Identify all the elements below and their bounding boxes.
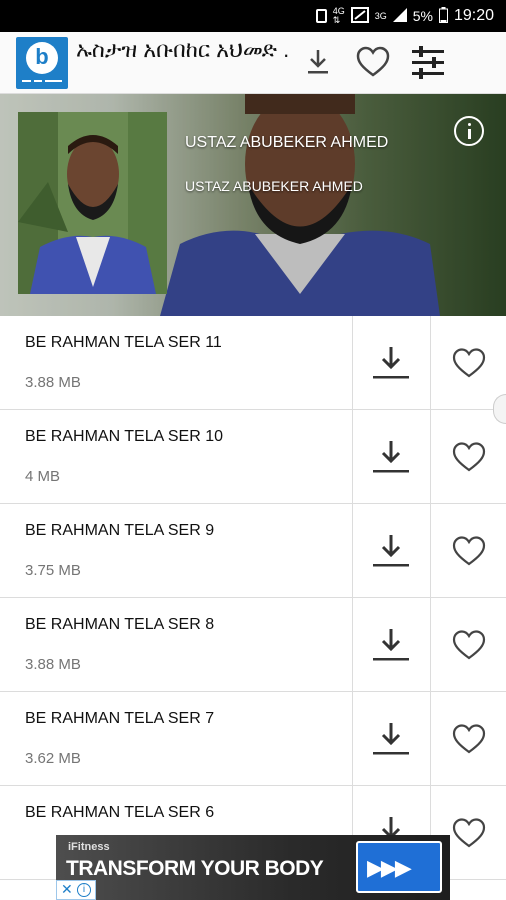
- divider: [352, 410, 353, 503]
- ad-headline: TRANSFORM YOUR BODY: [66, 857, 324, 880]
- divider: [430, 598, 431, 691]
- download-icon: [308, 50, 328, 74]
- track-size: 4 MB: [25, 468, 61, 485]
- play-arrows-icon: ▶▶▶: [367, 855, 412, 880]
- artist-header: USTAZ ABUBEKER AHMED USTAZ ABUBEKER AHME…: [0, 94, 506, 316]
- track-size: 3.75 MB: [25, 562, 81, 579]
- track-row[interactable]: BE RAHMAN TELA SER 11 3.88 MB: [0, 316, 506, 410]
- app-logo: b: [16, 37, 68, 89]
- track-list[interactable]: BE RAHMAN TELA SER 11 3.88 MB BE RAHMAN TE…: [0, 316, 506, 900]
- divider: [430, 410, 431, 503]
- divider: [430, 504, 431, 597]
- artist-name: USTAZ ABUBEKER AHMED: [185, 134, 389, 151]
- track-title: BE RAHMAN TELA SER 10: [25, 428, 223, 445]
- app-title: ኡስታዝ አቡበከር አህመድ .: [76, 37, 290, 62]
- status-icons: 4G ⇅ 3G 5% 19:20: [315, 0, 494, 32]
- battery-percent: 5%: [412, 8, 433, 24]
- favorites-button[interactable]: [354, 43, 392, 81]
- app-bar: b ኡስታዝ አቡበከር አህመድ .: [0, 32, 506, 94]
- track-row[interactable]: BE RAHMAN TELA SER 7 3.62 MB: [0, 692, 506, 786]
- artist-subtitle: USTAZ ABUBEKER AHMED: [185, 178, 363, 194]
- track-download-button[interactable]: [371, 625, 411, 665]
- heart-icon: [452, 818, 486, 848]
- artist-photo: [18, 112, 167, 294]
- track-favorite-button[interactable]: [450, 721, 488, 757]
- network-4g-icon: 4G ⇅: [332, 6, 345, 25]
- track-download-button[interactable]: [371, 719, 411, 759]
- download-icon: [373, 441, 409, 473]
- track-favorite-button[interactable]: [450, 439, 488, 475]
- track-size: 3.88 MB: [25, 656, 81, 673]
- info-button[interactable]: [454, 116, 484, 146]
- track-row[interactable]: BE RAHMAN TELA SER 10 4 MB: [0, 410, 506, 504]
- heart-icon: [452, 348, 486, 378]
- track-size: 3.62 MB: [25, 750, 81, 767]
- download-icon: [373, 629, 409, 661]
- track-download-button[interactable]: [371, 437, 411, 477]
- track-download-button[interactable]: [371, 531, 411, 571]
- logo-circle: b: [26, 42, 58, 74]
- heart-icon: [452, 442, 486, 472]
- track-favorite-button[interactable]: [450, 815, 488, 851]
- download-icon: [373, 347, 409, 379]
- download-icon: [373, 535, 409, 567]
- download-all-button[interactable]: [300, 44, 336, 80]
- heart-icon: [452, 536, 486, 566]
- divider: [430, 316, 431, 409]
- divider: [430, 692, 431, 785]
- close-icon[interactable]: ✕: [61, 881, 73, 898]
- status-bar: 4G ⇅ 3G 5% 19:20: [0, 0, 506, 32]
- ad-cta-button[interactable]: ▶▶▶: [356, 841, 442, 893]
- heart-icon: [356, 46, 390, 77]
- signal-icon: [392, 7, 407, 25]
- heart-icon: [452, 630, 486, 660]
- album-art: [18, 112, 167, 294]
- screen-icon: [350, 6, 369, 26]
- track-title: BE RAHMAN TELA SER 7: [25, 710, 215, 727]
- track-title: BE RAHMAN TELA SER 6: [25, 804, 215, 821]
- heart-icon: [452, 724, 486, 754]
- track-row[interactable]: BE RAHMAN TELA SER 9 3.75 MB: [0, 504, 506, 598]
- logo-subtext: [16, 78, 68, 86]
- divider: [352, 692, 353, 785]
- filter-button[interactable]: [408, 44, 448, 82]
- divider: [352, 504, 353, 597]
- network-3g-label: 3G: [374, 10, 387, 21]
- ad-banner[interactable]: iFitness TRANSFORM YOUR BODY ▶▶▶: [56, 835, 450, 900]
- track-favorite-button[interactable]: [450, 533, 488, 569]
- ad-info-icon[interactable]: i: [77, 883, 91, 897]
- ad-choices[interactable]: ✕ i: [56, 880, 96, 900]
- battery-icon: [438, 6, 448, 26]
- track-title: BE RAHMAN TELA SER 11: [25, 334, 222, 351]
- divider: [352, 316, 353, 409]
- track-favorite-button[interactable]: [450, 345, 488, 381]
- ad-brand: iFitness: [68, 841, 110, 853]
- status-time: 19:20: [453, 7, 494, 24]
- track-title: BE RAHMAN TELA SER 8: [25, 616, 215, 633]
- track-favorite-button[interactable]: [450, 627, 488, 663]
- sim-icon: [315, 9, 327, 23]
- filter-icon: [412, 46, 444, 79]
- track-download-button[interactable]: [371, 343, 411, 383]
- track-row[interactable]: BE RAHMAN TELA SER 8 3.88 MB: [0, 598, 506, 692]
- download-icon: [373, 723, 409, 755]
- logo-letter: b: [35, 44, 49, 69]
- track-size: 3.88 MB: [25, 374, 81, 391]
- divider: [352, 598, 353, 691]
- track-title: BE RAHMAN TELA SER 9: [25, 522, 215, 539]
